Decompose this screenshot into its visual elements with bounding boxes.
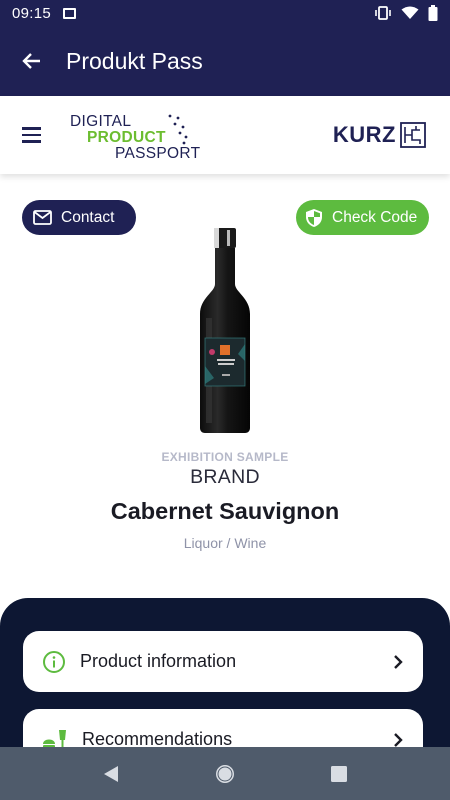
nav-recents-button[interactable] (317, 752, 361, 796)
hamburger-line (22, 127, 41, 130)
contact-button[interactable]: Contact (22, 200, 136, 235)
mail-icon (33, 210, 52, 225)
kurz-wordmark: KURZ (332, 122, 396, 147)
vibrate-icon (375, 6, 391, 20)
hamburger-line (22, 133, 41, 137)
hamburger-line (22, 140, 41, 143)
system-navigation-bar (0, 747, 450, 800)
chevron-right-icon (391, 654, 405, 669)
chevron-right-icon (391, 732, 405, 747)
status-icons (374, 5, 438, 21)
status-time: 09:15 (12, 4, 52, 22)
contact-label: Contact (61, 208, 115, 226)
wifi-icon (401, 6, 419, 19)
menu-button[interactable] (22, 115, 62, 155)
check-code-label: Check Code (332, 208, 418, 226)
stars-icon (168, 114, 188, 145)
back-button[interactable] (0, 26, 62, 96)
app-bar: Produkt Pass (0, 26, 450, 96)
digital-product-passport-logo: DIGITAL PRODUCT PASSPORT (70, 105, 210, 165)
kurz-emblem-icon (400, 122, 426, 148)
product-information-item[interactable]: Product information (23, 631, 423, 692)
circle-home-icon (216, 764, 234, 783)
square-recents-icon (331, 765, 347, 782)
kurz-logo: KURZ (333, 122, 426, 148)
info-icon (43, 650, 65, 673)
product-category: Liquor / Wine (183, 535, 267, 551)
product-information-label: Product information (80, 651, 237, 671)
nav-home-button[interactable] (203, 752, 247, 796)
logo-line-passport: PASSPORT (115, 145, 201, 162)
page-title: Produkt Pass (66, 47, 203, 74)
triangle-back-icon (104, 765, 118, 782)
status-bar: 09:15 (0, 0, 450, 26)
product-brand: BRAND (190, 466, 260, 488)
check-code-button[interactable]: Check Code (296, 200, 429, 235)
arrow-back-icon (22, 53, 40, 69)
shield-icon (306, 208, 322, 227)
battery-icon (428, 5, 438, 21)
brand-header: DIGITAL PRODUCT PASSPORT KURZ (0, 96, 450, 174)
product-bottle-image (200, 228, 250, 433)
nav-back-button[interactable] (89, 752, 133, 796)
image-notification-icon (63, 7, 77, 19)
exhibition-label: EXHIBITION SAMPLE (161, 450, 289, 464)
product-name: Cabernet Sauvignon (110, 498, 340, 524)
